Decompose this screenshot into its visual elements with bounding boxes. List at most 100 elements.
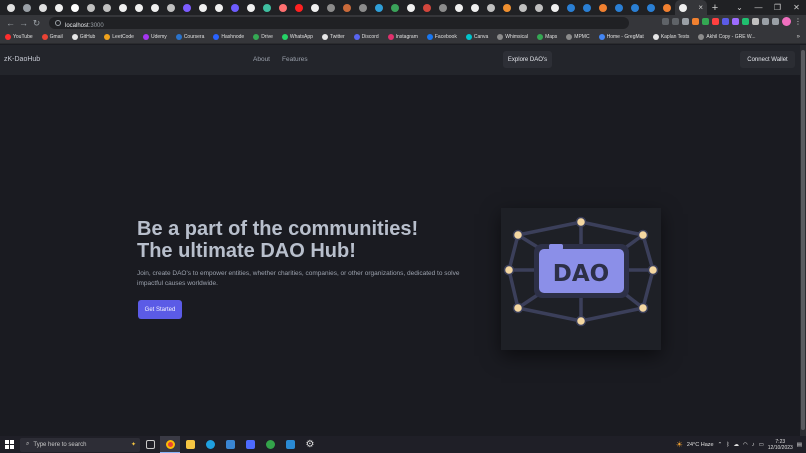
- browser-tab[interactable]: [387, 0, 403, 15]
- weather-text[interactable]: 24°C Haze: [687, 442, 714, 448]
- extension-icon[interactable]: [702, 18, 709, 25]
- bookmarks-overflow-icon[interactable]: »: [797, 34, 800, 40]
- bookmark-discord[interactable]: Discord: [353, 34, 379, 40]
- browser-tab[interactable]: [243, 0, 259, 15]
- battery-icon[interactable]: ▭: [759, 442, 764, 448]
- extension-icon[interactable]: [742, 18, 749, 25]
- chevron-up-icon[interactable]: ⌃: [718, 442, 723, 448]
- extension-icon[interactable]: [732, 18, 739, 25]
- browser-tab[interactable]: [659, 0, 675, 15]
- bookmark-facebook[interactable]: Facebook: [426, 34, 457, 40]
- browser-tab[interactable]: [451, 0, 467, 15]
- reload-icon[interactable]: ↻: [30, 18, 43, 29]
- bookmark-maps[interactable]: Maps: [537, 34, 557, 40]
- minimize-icon[interactable]: —: [749, 3, 768, 12]
- bookmark-drive[interactable]: Drive: [253, 34, 273, 40]
- browser-tab[interactable]: [115, 0, 131, 15]
- wifi-icon[interactable]: ◠: [743, 442, 748, 448]
- bookmark-coursera[interactable]: Coursera: [175, 34, 204, 40]
- volume-icon[interactable]: ♪: [752, 442, 755, 448]
- bookmark-youtube[interactable]: YouTube: [5, 34, 33, 40]
- nav-link-features[interactable]: Features: [282, 56, 308, 63]
- browser-tab[interactable]: [227, 0, 243, 15]
- browser-tab[interactable]: [99, 0, 115, 15]
- bookmark-kaplan-tests[interactable]: Kaplan Tests: [652, 34, 689, 40]
- bookmark-github[interactable]: GitHub: [71, 34, 95, 40]
- bookmark-home-gregmat[interactable]: Home - GregMat: [598, 34, 644, 40]
- clock[interactable]: 7:23 12/10/2023: [768, 439, 793, 451]
- browser-tab[interactable]: [3, 0, 19, 15]
- browser-tab[interactable]: [419, 0, 435, 15]
- bookmark-canva[interactable]: Canva: [465, 34, 488, 40]
- extension-icon[interactable]: [722, 18, 729, 25]
- browser-tab[interactable]: [83, 0, 99, 15]
- new-tab-button[interactable]: +: [707, 2, 723, 14]
- side-panel-icon[interactable]: [772, 18, 779, 25]
- bookmark-whatsapp[interactable]: WhatsApp: [281, 34, 313, 40]
- forward-icon[interactable]: →: [17, 18, 30, 28]
- browser-tab[interactable]: [339, 0, 355, 15]
- address-bar[interactable]: localhost:3000: [49, 17, 629, 29]
- bookmark-gmail[interactable]: Gmail: [41, 34, 63, 40]
- close-window-icon[interactable]: ✕: [787, 3, 806, 12]
- start-button[interactable]: [0, 440, 18, 449]
- bookmark-leetcode[interactable]: LeetCode: [104, 34, 134, 40]
- browser-tab[interactable]: [611, 0, 627, 15]
- bookmark-hashnode[interactable]: Hashnode: [213, 34, 244, 40]
- explore-daos-button[interactable]: Explore DAO's: [503, 51, 552, 68]
- chrome-taskbar-icon[interactable]: [160, 436, 180, 453]
- browser-tab[interactable]: [515, 0, 531, 15]
- edge-icon[interactable]: [200, 436, 220, 453]
- app-icon[interactable]: [240, 436, 260, 453]
- browser-tab[interactable]: [307, 0, 323, 15]
- browser-tab[interactable]: [355, 0, 371, 15]
- taskbar-search[interactable]: ⌕ Type here to search ✦: [20, 437, 140, 452]
- browser-tab[interactable]: [67, 0, 83, 15]
- browser-tab[interactable]: [627, 0, 643, 15]
- browser-tab[interactable]: [483, 0, 499, 15]
- bookmark-instagram[interactable]: Instagram: [387, 34, 418, 40]
- browser-tab[interactable]: [403, 0, 419, 15]
- browser-tab[interactable]: [435, 0, 451, 15]
- connect-wallet-button[interactable]: Connect Wallet: [740, 51, 795, 68]
- browser-tab[interactable]: [323, 0, 339, 15]
- back-icon[interactable]: ←: [4, 18, 17, 28]
- bookmark-mpmc[interactable]: MPMC: [566, 34, 590, 40]
- browser-tab[interactable]: [259, 0, 275, 15]
- browser-tab[interactable]: [131, 0, 147, 15]
- browser-tab[interactable]: [595, 0, 611, 15]
- browser-tab[interactable]: [163, 0, 179, 15]
- browser-tab[interactable]: [211, 0, 227, 15]
- puzzle-icon[interactable]: [762, 18, 769, 25]
- scrollbar-thumb[interactable]: [801, 50, 805, 430]
- share-icon[interactable]: [672, 18, 679, 25]
- browser-tab[interactable]: [51, 0, 67, 15]
- task-view-icon[interactable]: [140, 436, 160, 453]
- profile-avatar[interactable]: [782, 17, 791, 26]
- settings-gear-icon[interactable]: ⚙: [300, 436, 320, 453]
- xbox-icon[interactable]: [260, 436, 280, 453]
- bluetooth-icon[interactable]: ᛒ: [726, 442, 729, 448]
- browser-tab[interactable]: [467, 0, 483, 15]
- bookmark-udemy[interactable]: Udemy: [142, 34, 167, 40]
- vscode-icon[interactable]: [280, 436, 300, 453]
- weather-icon[interactable]: ☀: [676, 440, 683, 449]
- bookmark-star-icon[interactable]: [682, 18, 689, 25]
- bookmark-whimsical[interactable]: Whimsical: [497, 34, 528, 40]
- notifications-icon[interactable]: ▤: [797, 442, 802, 448]
- store-icon[interactable]: [220, 436, 240, 453]
- bookmark-twitter[interactable]: Twitter: [321, 34, 345, 40]
- browser-tab[interactable]: [35, 0, 51, 15]
- restore-icon[interactable]: ❐: [768, 3, 787, 12]
- cast-icon[interactable]: [662, 18, 669, 25]
- browser-tab[interactable]: [291, 0, 307, 15]
- browser-tab[interactable]: [19, 0, 35, 15]
- file-explorer-icon[interactable]: [180, 436, 200, 453]
- browser-tab[interactable]: [179, 0, 195, 15]
- site-info-icon[interactable]: [55, 20, 61, 26]
- brand-logo[interactable]: zK-DaoHub: [4, 56, 40, 63]
- browser-tab[interactable]: [531, 0, 547, 15]
- extension-icon[interactable]: [712, 18, 719, 25]
- menu-kebab-icon[interactable]: ⋮: [794, 17, 802, 26]
- browser-tab[interactable]: [195, 0, 211, 15]
